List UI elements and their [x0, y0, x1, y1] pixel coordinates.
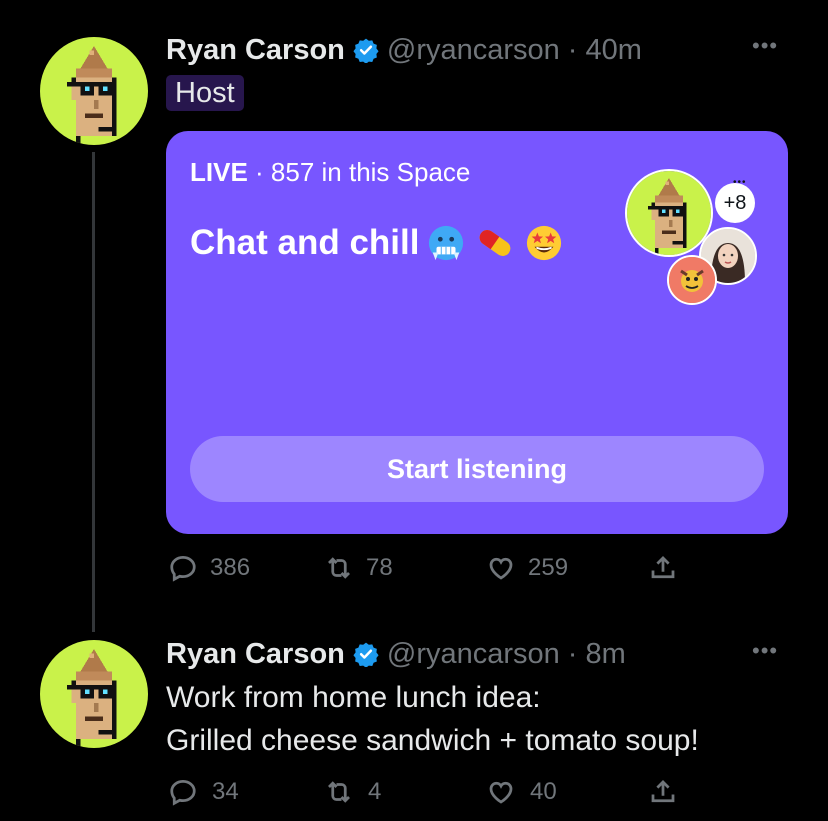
- author-handle[interactable]: @ryancarson: [387, 638, 560, 671]
- author-avatar[interactable]: [40, 640, 148, 748]
- start-listening-button[interactable]: Start listening: [190, 436, 764, 502]
- verified-badge-icon: [353, 641, 379, 667]
- like-action[interactable]: 40: [486, 777, 557, 807]
- reply-count: 34: [212, 778, 239, 805]
- like-count: 259: [528, 554, 569, 581]
- star-struck-icon: [527, 225, 562, 261]
- reply-action[interactable]: 34: [168, 777, 239, 807]
- live-label: LIVE: [190, 157, 248, 187]
- tweet-text-line: Work from home lunch idea:: [166, 681, 541, 714]
- space-title: Chat and chill: [190, 223, 563, 263]
- space-card[interactable]: LIVE · 857 in this Space Chat and chill: [166, 131, 788, 534]
- host-badge: Host: [166, 75, 244, 111]
- thread-connector-line: [92, 152, 95, 632]
- retweet-count: 78: [366, 554, 393, 581]
- speaker-avatar-cartoon: [667, 255, 717, 305]
- speaker-indicator-dots: •••: [733, 177, 747, 188]
- retweet-action[interactable]: 78: [324, 553, 393, 583]
- reply-action[interactable]: 386: [168, 553, 250, 583]
- space-live-status: LIVE · 857 in this Space: [190, 157, 470, 188]
- tweet-body: Work from home lunch idea: Grilled chees…: [166, 676, 806, 762]
- extra-speakers-count: +8: [715, 183, 755, 223]
- author-handle[interactable]: @ryancarson: [387, 34, 560, 67]
- space-title-text: Chat and chill: [190, 223, 420, 262]
- tweet-timestamp[interactable]: · 40m: [568, 34, 642, 67]
- verified-badge-icon: [353, 37, 379, 63]
- tweet-timestamp[interactable]: · 8m: [568, 638, 626, 671]
- cold-face-icon: [429, 225, 464, 261]
- share-action[interactable]: [648, 553, 678, 583]
- host-speaker-avatar: [625, 169, 713, 257]
- retweet-count: 4: [368, 778, 382, 805]
- author-name[interactable]: Ryan Carson: [166, 34, 345, 67]
- retweet-action[interactable]: 4: [324, 777, 381, 807]
- reply-icon: [170, 779, 196, 806]
- retweet-icon: [328, 781, 350, 803]
- more-options-icon[interactable]: •••: [752, 638, 778, 664]
- reply-count: 386: [210, 554, 251, 581]
- author-name[interactable]: Ryan Carson: [166, 638, 345, 671]
- heart-icon: [489, 557, 513, 580]
- like-action[interactable]: 259: [486, 553, 568, 583]
- space-speakers: +8 •••: [625, 169, 757, 305]
- tweet-text-line: Grilled cheese sandwich + tomato soup!: [166, 724, 699, 757]
- like-count: 40: [530, 778, 557, 805]
- retweet-icon: [328, 557, 350, 579]
- reply-icon: [170, 555, 196, 582]
- share-icon: [651, 780, 675, 803]
- heart-icon: [489, 781, 513, 804]
- share-action[interactable]: [648, 777, 678, 807]
- more-options-icon[interactable]: •••: [752, 33, 778, 59]
- tweet-header: Ryan Carson @ryancarson · 40m: [166, 30, 642, 70]
- listener-count: · 857 in this Space: [255, 157, 471, 187]
- pill-icon: [480, 229, 511, 257]
- share-icon: [651, 556, 675, 579]
- tweet-header: Ryan Carson @ryancarson · 8m: [166, 634, 626, 674]
- author-avatar[interactable]: [40, 37, 148, 145]
